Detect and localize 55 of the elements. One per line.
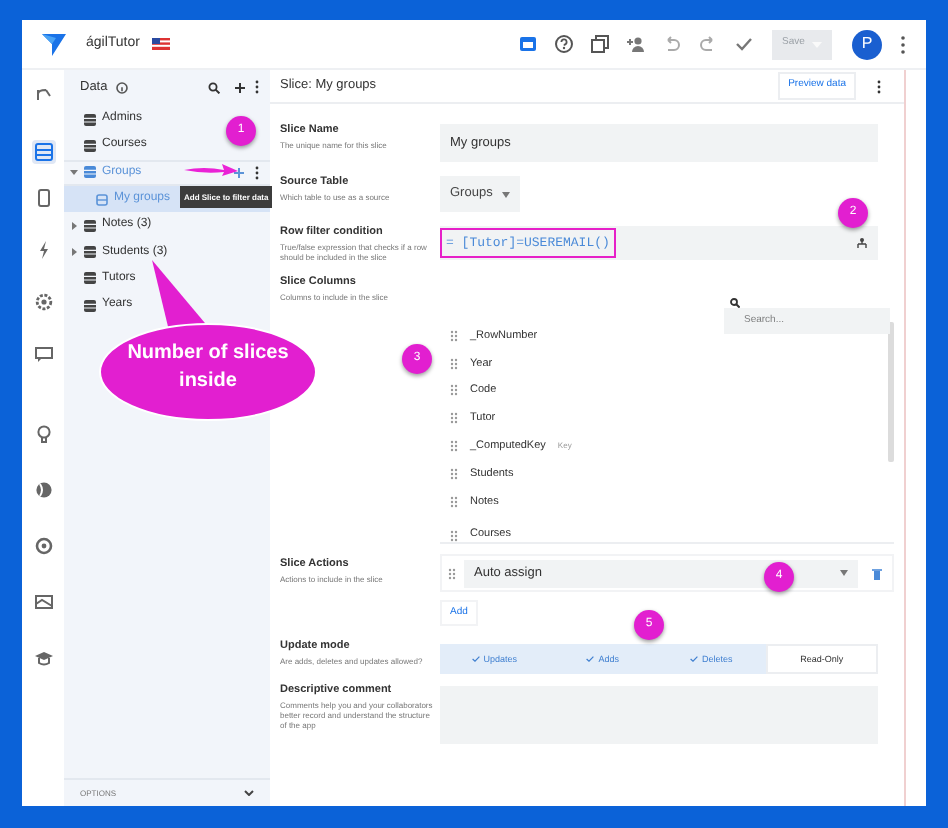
- more-icon[interactable]: [254, 80, 260, 94]
- check-icon[interactable]: [734, 34, 754, 54]
- more-icon[interactable]: [254, 165, 260, 180]
- database-icon: [84, 166, 96, 179]
- table-icon[interactable]: [31, 140, 55, 164]
- database-icon: [84, 246, 96, 259]
- search-icon: [730, 298, 740, 308]
- more-icon[interactable]: [900, 35, 906, 53]
- drag-handle-icon: [450, 412, 458, 425]
- trash-icon[interactable]: [872, 567, 882, 580]
- flow-icon[interactable]: [856, 237, 868, 249]
- database-icon: [84, 272, 96, 285]
- scrollbar[interactable]: [888, 322, 894, 462]
- info-icon: [115, 81, 128, 93]
- more-icon[interactable]: [876, 79, 882, 93]
- caret-icon: [502, 191, 510, 197]
- chat-icon[interactable]: [33, 344, 53, 364]
- drag-handle-icon: [450, 384, 458, 397]
- caret-icon[interactable]: [70, 168, 78, 177]
- check-icon: [586, 656, 595, 663]
- settings-icon[interactable]: [33, 536, 53, 556]
- help-icon[interactable]: [554, 34, 574, 54]
- slice-icon: [96, 193, 108, 206]
- copy-icon[interactable]: [590, 34, 610, 54]
- user-avatar[interactable]: P: [852, 29, 882, 59]
- caret-icon: [840, 570, 848, 577]
- chevron-down-icon: [244, 790, 254, 796]
- database-icon: [84, 139, 96, 152]
- image-icon[interactable]: [33, 592, 53, 612]
- person-add-icon[interactable]: [626, 34, 646, 54]
- add-icon[interactable]: [234, 81, 246, 93]
- caret-icon[interactable]: [70, 248, 78, 257]
- callout-text: Number of slices inside: [125, 340, 291, 396]
- database-icon: [84, 113, 96, 126]
- caret-icon[interactable]: [70, 221, 78, 230]
- database-icon: [84, 299, 96, 312]
- drag-handle-icon: [448, 567, 456, 580]
- database-icon: [84, 219, 96, 232]
- flag-icon: [151, 38, 170, 50]
- drag-handle-icon: [450, 440, 458, 453]
- gear-icon[interactable]: [33, 292, 53, 312]
- arrow-icon: [184, 162, 238, 178]
- drag-handle-icon: [450, 495, 458, 508]
- drag-handle-icon: [450, 530, 458, 543]
- phone-icon[interactable]: [33, 188, 53, 208]
- check-icon: [471, 656, 480, 663]
- search-icon[interactable]: [208, 81, 220, 93]
- check-icon: [689, 656, 698, 663]
- graduation-cap-icon[interactable]: [33, 648, 53, 668]
- logo-icon: [42, 33, 66, 55]
- drag-handle-icon: [450, 329, 458, 342]
- drag-handle-icon: [450, 357, 458, 370]
- bulb-icon[interactable]: [33, 424, 53, 444]
- calendar-icon[interactable]: [518, 34, 538, 54]
- drag-handle-icon: [450, 467, 458, 480]
